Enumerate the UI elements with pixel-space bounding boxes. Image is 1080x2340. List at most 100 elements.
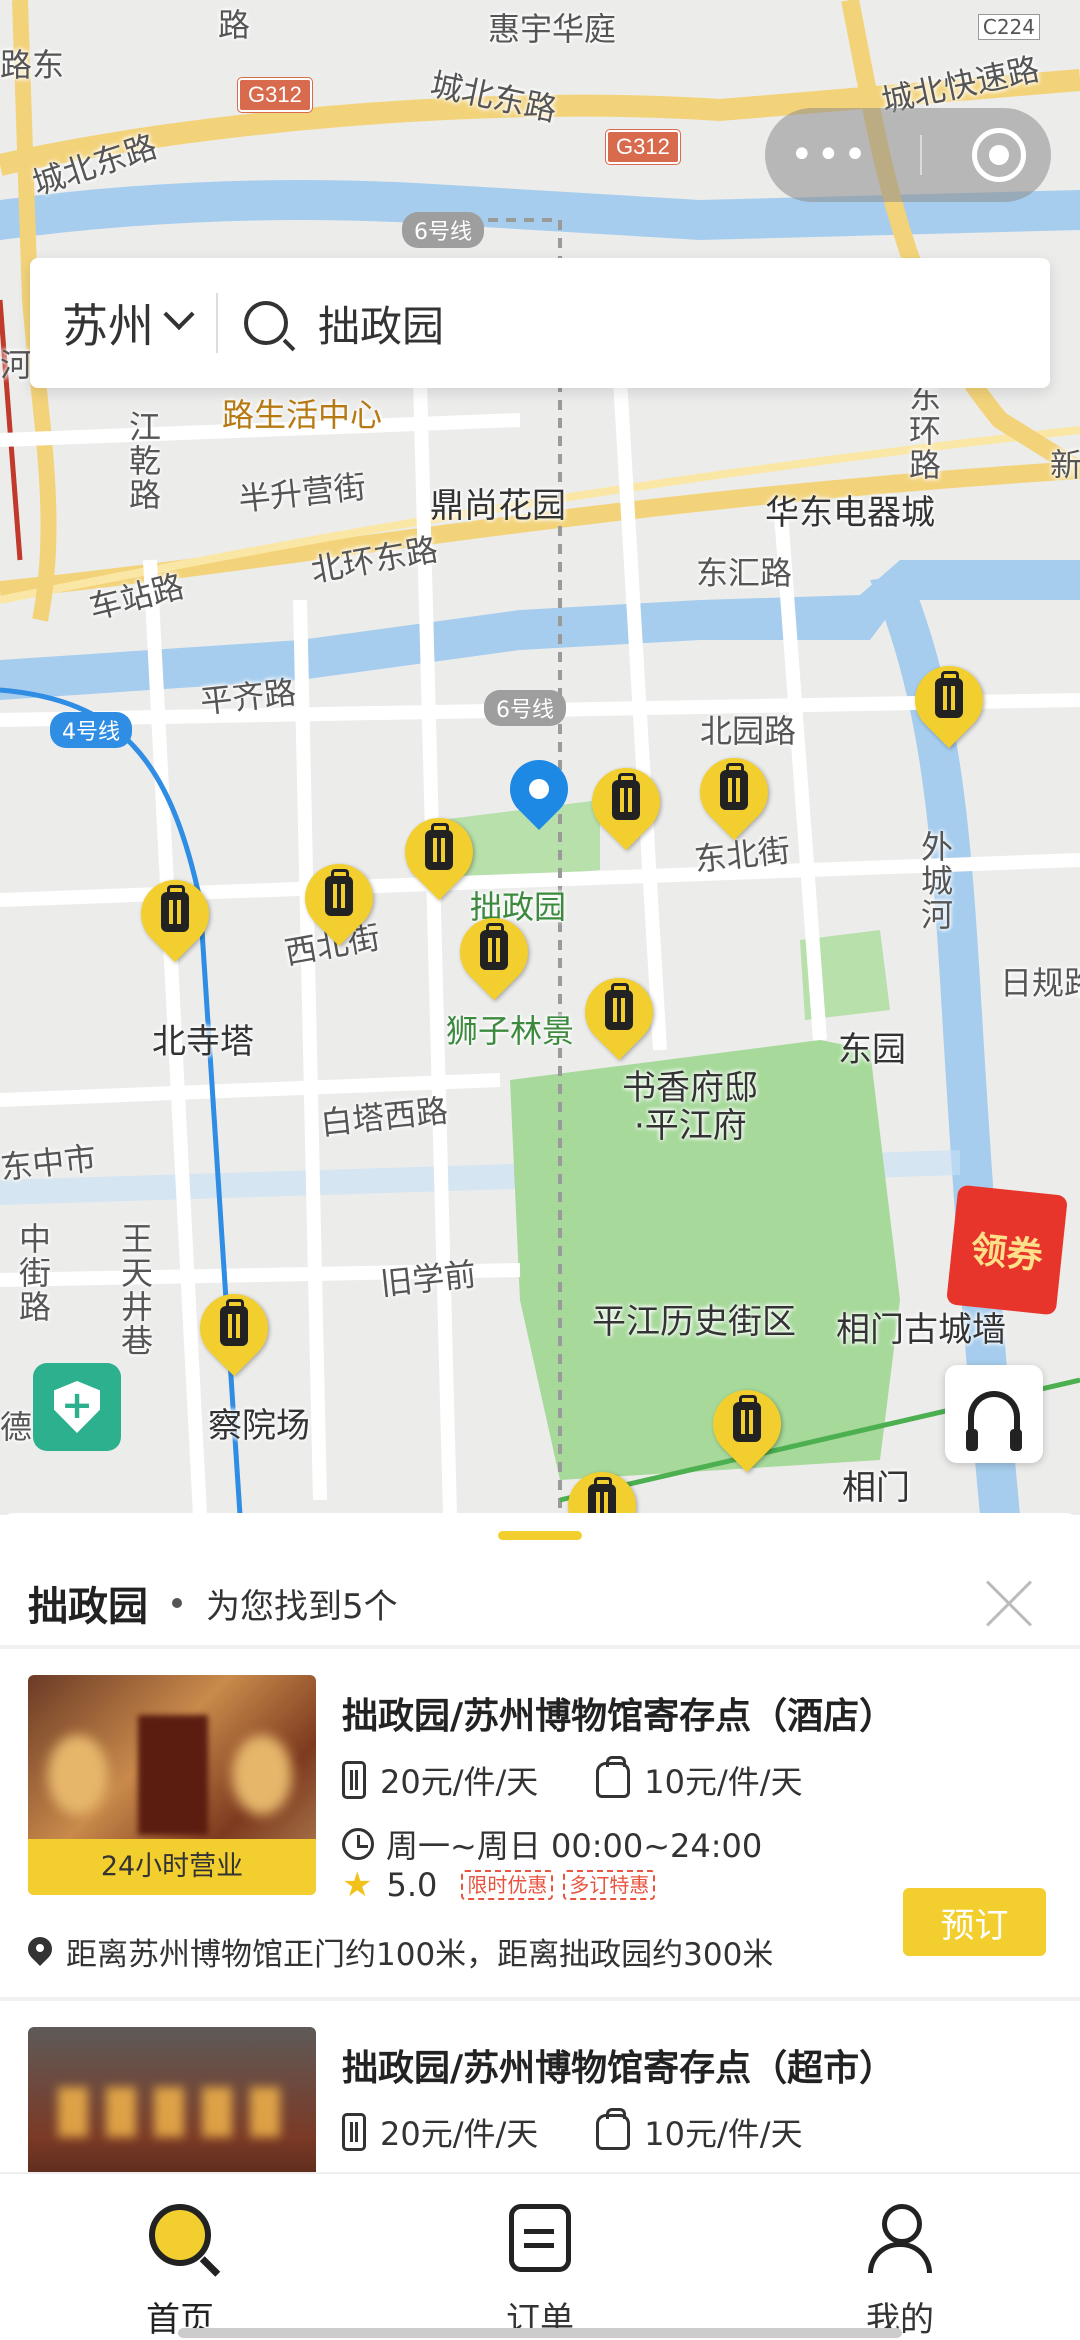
close-miniprogram-icon[interactable] bbox=[971, 128, 1026, 182]
map-label: 东汇路 bbox=[696, 554, 793, 592]
storage-pin[interactable] bbox=[577, 753, 675, 864]
map-label: 德 bbox=[0, 1408, 33, 1446]
miniprogram-capsule: ••• bbox=[765, 108, 1051, 202]
map-label: 新 bbox=[1050, 446, 1080, 484]
metro-line-badge: 6号线 bbox=[402, 212, 484, 248]
separator-dot bbox=[172, 1598, 182, 1608]
search-bar: 苏州 bbox=[30, 258, 1050, 388]
map-label: 北园路 bbox=[700, 712, 797, 750]
home-indicator bbox=[178, 2328, 902, 2338]
storage-pin[interactable] bbox=[290, 849, 388, 960]
coupon-button[interactable]: 领券 bbox=[946, 1184, 1068, 1316]
map-label: 路生活中心 bbox=[222, 396, 383, 434]
storage-pin[interactable] bbox=[185, 1279, 283, 1390]
customer-service-icon[interactable] bbox=[945, 1365, 1043, 1463]
storage-pin[interactable] bbox=[570, 963, 668, 1074]
map-label: 相门 bbox=[842, 1468, 910, 1508]
rating-row: ★ 5.0 限时优惠 多订特惠 bbox=[342, 1865, 656, 1905]
close-icon[interactable] bbox=[984, 1579, 1034, 1629]
map-label: 东园 bbox=[838, 1030, 906, 1070]
tab-orders[interactable]: 订单 bbox=[360, 2174, 720, 2340]
luggage-price: 20元/件/天 bbox=[380, 2115, 539, 2153]
city-label: 苏州 bbox=[62, 299, 154, 353]
storage-pin[interactable] bbox=[698, 1375, 796, 1486]
store-address: 距离苏州博物馆正门约100米，距离拙政园约300米 bbox=[66, 1937, 774, 1973]
results-title: 拙政园 bbox=[28, 1584, 148, 1630]
storage-pin[interactable] bbox=[685, 743, 783, 854]
star-icon: ★ bbox=[342, 1865, 373, 1905]
chevron-down-icon bbox=[163, 298, 195, 331]
storage-pin[interactable] bbox=[553, 1457, 651, 1515]
bag-price: 10元/件/天 bbox=[644, 2115, 803, 2153]
list-item[interactable]: 拙政园/苏州博物馆寄存点（超市） 20元/件/天 10元/件/天 bbox=[0, 2027, 1080, 2173]
map-label: 鼎尚花园 bbox=[430, 486, 566, 526]
metro-line-badge: 6号线 bbox=[484, 690, 566, 726]
order-icon bbox=[509, 2204, 571, 2272]
store-title: 拙政园/苏州博物馆寄存点（超市） bbox=[342, 2048, 896, 2089]
map-label: ·平江府 bbox=[634, 1106, 747, 1146]
user-icon bbox=[868, 2204, 932, 2274]
search-icon bbox=[244, 301, 288, 345]
promo-tag: 限时优惠 bbox=[461, 1870, 554, 1900]
tab-profile[interactable]: 我的 bbox=[720, 2174, 1080, 2340]
price-row: 20元/件/天 10元/件/天 bbox=[342, 1756, 803, 1803]
results-sheet: 拙政园 为您找到5个 24小时营业 拙政园/苏州博物馆寄存点（酒店） 20元/件… bbox=[0, 1513, 1080, 2173]
more-menu-icon[interactable]: ••• bbox=[790, 132, 870, 178]
divider bbox=[216, 293, 218, 353]
store-thumbnail bbox=[28, 2027, 316, 2173]
storage-pin[interactable] bbox=[445, 903, 543, 1014]
hours-row: 周一~周日 00:00~24:00 bbox=[342, 1821, 762, 1867]
book-button[interactable]: 预订 bbox=[903, 1888, 1046, 1956]
search-home-icon bbox=[149, 2204, 211, 2266]
luggage-icon bbox=[342, 1761, 366, 1799]
map-label: 平江历史街区 bbox=[592, 1302, 796, 1342]
map-label: 北寺塔 bbox=[152, 1022, 254, 1062]
map-label: 王天井巷 bbox=[116, 1222, 154, 1358]
city-selector[interactable]: 苏州 bbox=[62, 290, 195, 356]
map-label: 察院场 bbox=[208, 1406, 310, 1446]
selected-location-pin[interactable] bbox=[497, 747, 581, 840]
map-label: 河 bbox=[0, 346, 33, 384]
app: 惠宇华庭 路东 路 城北东路 城北东路 城北快速路 G312 G312 6号线 … bbox=[0, 0, 1080, 2340]
hours-badge: 24小时营业 bbox=[28, 1839, 316, 1895]
map-label: 华东电器城 bbox=[765, 493, 935, 533]
map-label: 相门古城墙 bbox=[836, 1310, 1006, 1350]
divider bbox=[0, 1997, 1080, 2001]
map[interactable]: 惠宇华庭 路东 路 城北东路 城北东路 城北快速路 G312 G312 6号线 … bbox=[0, 0, 1080, 1515]
store-title: 拙政园/苏州博物馆寄存点（酒店） bbox=[342, 1696, 896, 1737]
map-label: 东环路 bbox=[904, 380, 942, 482]
store-thumbnail: 24小时营业 bbox=[28, 1675, 316, 1895]
results-header: 拙政园 为您找到5个 bbox=[28, 1563, 1052, 1643]
safety-shield-icon[interactable] bbox=[33, 1363, 121, 1451]
road-badge: G312 bbox=[605, 129, 681, 165]
clock-icon bbox=[342, 1828, 374, 1860]
price-row: 20元/件/天 10元/件/天 bbox=[342, 2108, 803, 2155]
map-label: 日规路 bbox=[1000, 964, 1080, 1002]
tab-home[interactable]: 首页 bbox=[0, 2174, 360, 2340]
storage-pin[interactable] bbox=[900, 651, 998, 762]
luggage-price: 20元/件/天 bbox=[380, 1763, 539, 1801]
promo-tag: 多订特惠 bbox=[563, 1870, 656, 1900]
metro-line-badge: 4号线 bbox=[50, 712, 132, 748]
location-icon bbox=[28, 1937, 52, 1967]
tab-bar: 首页 订单 我的 bbox=[0, 2172, 1080, 2340]
storage-pin[interactable] bbox=[126, 865, 224, 976]
luggage-icon bbox=[342, 2113, 366, 2151]
list-item[interactable]: 24小时营业 拙政园/苏州博物馆寄存点（酒店） 20元/件/天 10元/件/天 … bbox=[0, 1675, 1080, 1905]
drag-handle[interactable] bbox=[498, 1531, 582, 1540]
map-label: 江乾路 bbox=[124, 410, 162, 512]
bag-price: 10元/件/天 bbox=[644, 1763, 803, 1801]
road-badge: G312 bbox=[237, 77, 313, 113]
map-label: 中街路 bbox=[14, 1222, 52, 1324]
status-bar: C224 bbox=[0, 0, 1080, 60]
storage-pin[interactable] bbox=[390, 803, 488, 914]
bag-icon bbox=[596, 1756, 631, 1798]
divider bbox=[0, 1645, 1080, 1649]
search-input[interactable] bbox=[318, 298, 918, 348]
carrier-label: C224 bbox=[977, 14, 1040, 40]
results-count: 为您找到5个 bbox=[206, 1586, 398, 1627]
bag-icon bbox=[596, 2108, 631, 2150]
map-label: 外城河 bbox=[916, 830, 954, 932]
opening-hours: 周一~周日 00:00~24:00 bbox=[386, 1827, 763, 1865]
address-row: 距离苏州博物馆正门约100米，距离拙政园约300米 bbox=[28, 1929, 773, 1974]
